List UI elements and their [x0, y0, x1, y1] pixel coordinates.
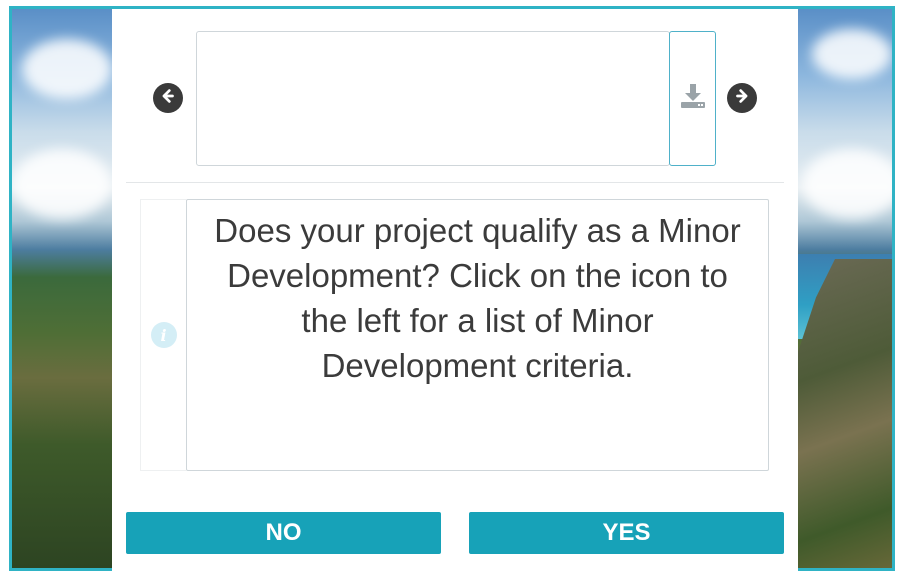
arrow-left-circle-icon: [159, 87, 177, 110]
question-text: Does your project qualify as a Minor Dev…: [214, 212, 741, 384]
arrow-right-circle-icon: [733, 87, 751, 110]
no-button[interactable]: NO: [126, 512, 441, 554]
yes-button[interactable]: YES: [469, 512, 784, 554]
divider: [126, 182, 784, 183]
download-button[interactable]: [669, 31, 716, 166]
dialog-panel: i Does your project qualify as a Minor D…: [112, 9, 798, 571]
info-circle-icon[interactable]: i: [150, 322, 177, 348]
document-preview-row: [112, 9, 798, 184]
document-preview-area: [196, 31, 670, 166]
download-icon: [678, 81, 708, 116]
previous-button[interactable]: [153, 83, 183, 113]
next-button[interactable]: [727, 83, 757, 113]
info-column: i: [140, 199, 186, 471]
question-box: Does your project qualify as a Minor Dev…: [186, 199, 769, 471]
